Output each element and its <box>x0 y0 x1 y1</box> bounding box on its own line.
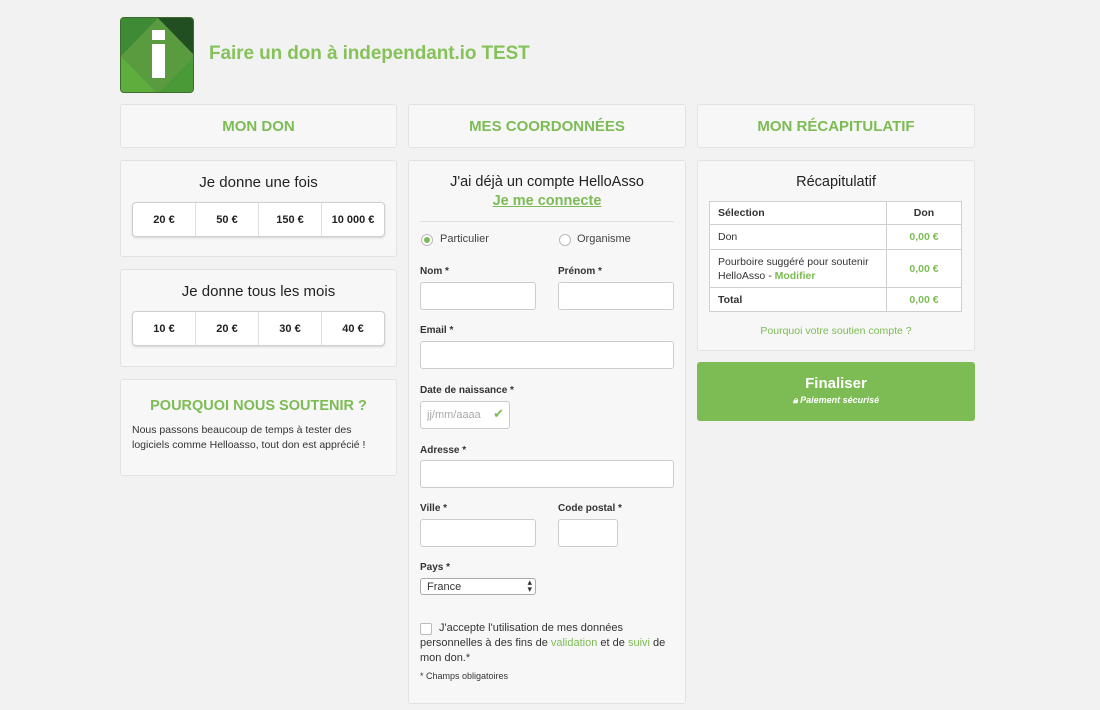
code-postal-field[interactable] <box>558 519 618 547</box>
one-time-donation-box: Je donne une fois 20 € 50 € 150 € 10 000… <box>120 160 397 257</box>
monthly-amounts: 10 € 20 € 30 € 40 € <box>132 311 385 346</box>
nom-label: Nom * <box>420 266 449 277</box>
pays-label: Pays * <box>420 562 451 573</box>
site-logo <box>120 17 194 93</box>
select-arrows-icon: ▴ ▾ <box>527 577 532 594</box>
section-header-don: MON DON <box>120 104 397 148</box>
amount-button[interactable]: 50 € <box>196 203 259 236</box>
one-time-amounts: 20 € 50 € 150 € 10 000 € <box>132 202 385 237</box>
email-label: Email * <box>420 325 454 336</box>
recap-row-tip-amount: 0,00 € <box>886 249 962 288</box>
birthdate-field[interactable]: jj/mm/aaaa ✔ <box>420 401 510 429</box>
check-icon: ✔ <box>493 406 504 421</box>
coordinates-form: J'ai déjà un compte HelloAsso Je me conn… <box>408 160 686 704</box>
amount-button[interactable]: 20 € <box>133 203 196 236</box>
lock-icon: 🔒︎ <box>792 395 798 405</box>
pays-select-value: France <box>427 581 462 593</box>
birthdate-label: Date de naissance * <box>420 385 514 396</box>
amount-button[interactable]: 30 € <box>259 312 322 345</box>
section-header-coordonnees: MES COORDONNÉES <box>408 104 686 148</box>
login-link[interactable]: Je me connecte <box>409 193 685 209</box>
ville-label: Ville * <box>420 503 448 514</box>
section-header-recap-label: MON RÉCAPITULATIF <box>757 117 915 135</box>
monthly-title: Je donne tous les mois <box>181 283 336 300</box>
amount-button[interactable]: 10 € <box>133 312 196 345</box>
radio-particulier[interactable] <box>421 234 433 246</box>
table-row: Total 0,00 € <box>709 287 962 312</box>
radio-organisme-label: Organisme <box>577 233 631 245</box>
table-row: Don 0,00 € <box>709 224 962 250</box>
recap-row-don-amount: 0,00 € <box>886 224 962 250</box>
monthly-donation-box: Je donne tous les mois 10 € 20 € 30 € 40… <box>120 269 397 367</box>
section-header-recap: MON RÉCAPITULATIF <box>697 104 975 148</box>
table-row: Pourboire suggéré pour soutenir HelloAss… <box>709 249 962 288</box>
nom-field[interactable] <box>420 282 536 310</box>
amount-button[interactable]: 150 € <box>259 203 322 236</box>
recap-header-selection: Sélection <box>709 201 887 225</box>
finalize-label: Finaliser <box>805 375 867 392</box>
radio-particulier-label: Particulier <box>440 233 489 245</box>
required-note: * Champs obligatoires <box>420 671 509 681</box>
ville-field[interactable] <box>420 519 536 547</box>
recap-row-tip-label: Pourboire suggéré pour soutenir HelloAss… <box>709 249 887 288</box>
suivi-link[interactable]: suivi <box>628 637 650 649</box>
consent-text-et: et de <box>600 637 625 649</box>
why-support-link[interactable]: Pourquoi votre soutien compte ? <box>698 325 974 337</box>
amount-button[interactable]: 20 € <box>196 312 259 345</box>
divider <box>420 221 674 222</box>
page-title: Faire un don à independant.io TEST <box>209 43 530 64</box>
why-support-title: POURQUOI NOUS SOUTENIR ? <box>150 398 367 414</box>
finalize-button[interactable]: Finaliser 🔒︎ Paiement sécurisé <box>697 362 975 421</box>
code-postal-label: Code postal * <box>558 503 622 514</box>
amount-button[interactable]: 40 € <box>322 312 384 345</box>
why-support-text: Nous passons beaucoup de temps à tester … <box>132 424 366 451</box>
prenom-label: Prénom * <box>558 266 602 277</box>
adresse-field[interactable] <box>420 460 674 488</box>
adresse-label: Adresse * <box>420 445 467 456</box>
birthdate-placeholder: jj/mm/aaaa <box>427 409 481 421</box>
section-header-don-label: MON DON <box>222 117 295 135</box>
consent-text: J'accepte l'utilisation de mes données p… <box>420 621 678 666</box>
one-time-title: Je donne une fois <box>199 174 318 191</box>
recap-row-total-amount: 0,00 € <box>886 287 962 312</box>
radio-organisme[interactable] <box>559 234 571 246</box>
validation-link[interactable]: validation <box>551 637 597 649</box>
secure-payment: 🔒︎ Paiement sécurisé <box>697 395 975 406</box>
section-header-coordonnees-label: MES COORDONNÉES <box>469 117 625 135</box>
recap-title: Récapitulatif <box>796 174 876 190</box>
modifier-link[interactable]: Modifier <box>775 270 816 282</box>
why-support-box: POURQUOI NOUS SOUTENIR ? Nous passons be… <box>120 379 397 476</box>
account-text: J'ai déjà un compte HelloAsso <box>450 174 644 190</box>
recap-table: Sélection Don Don 0,00 € Pourboire suggé… <box>709 201 962 312</box>
secure-payment-text: Paiement sécurisé <box>800 395 880 405</box>
pays-select[interactable]: France ▴ ▾ <box>420 578 536 595</box>
recap-header-don: Don <box>886 201 962 225</box>
prenom-field[interactable] <box>558 282 674 310</box>
email-field[interactable] <box>420 341 674 369</box>
recap-row-don-label: Don <box>709 224 887 250</box>
recap-box: Récapitulatif Sélection Don Don 0,00 € P… <box>697 160 975 351</box>
amount-button[interactable]: 10 000 € <box>322 203 384 236</box>
recap-row-total-label: Total <box>709 287 887 312</box>
